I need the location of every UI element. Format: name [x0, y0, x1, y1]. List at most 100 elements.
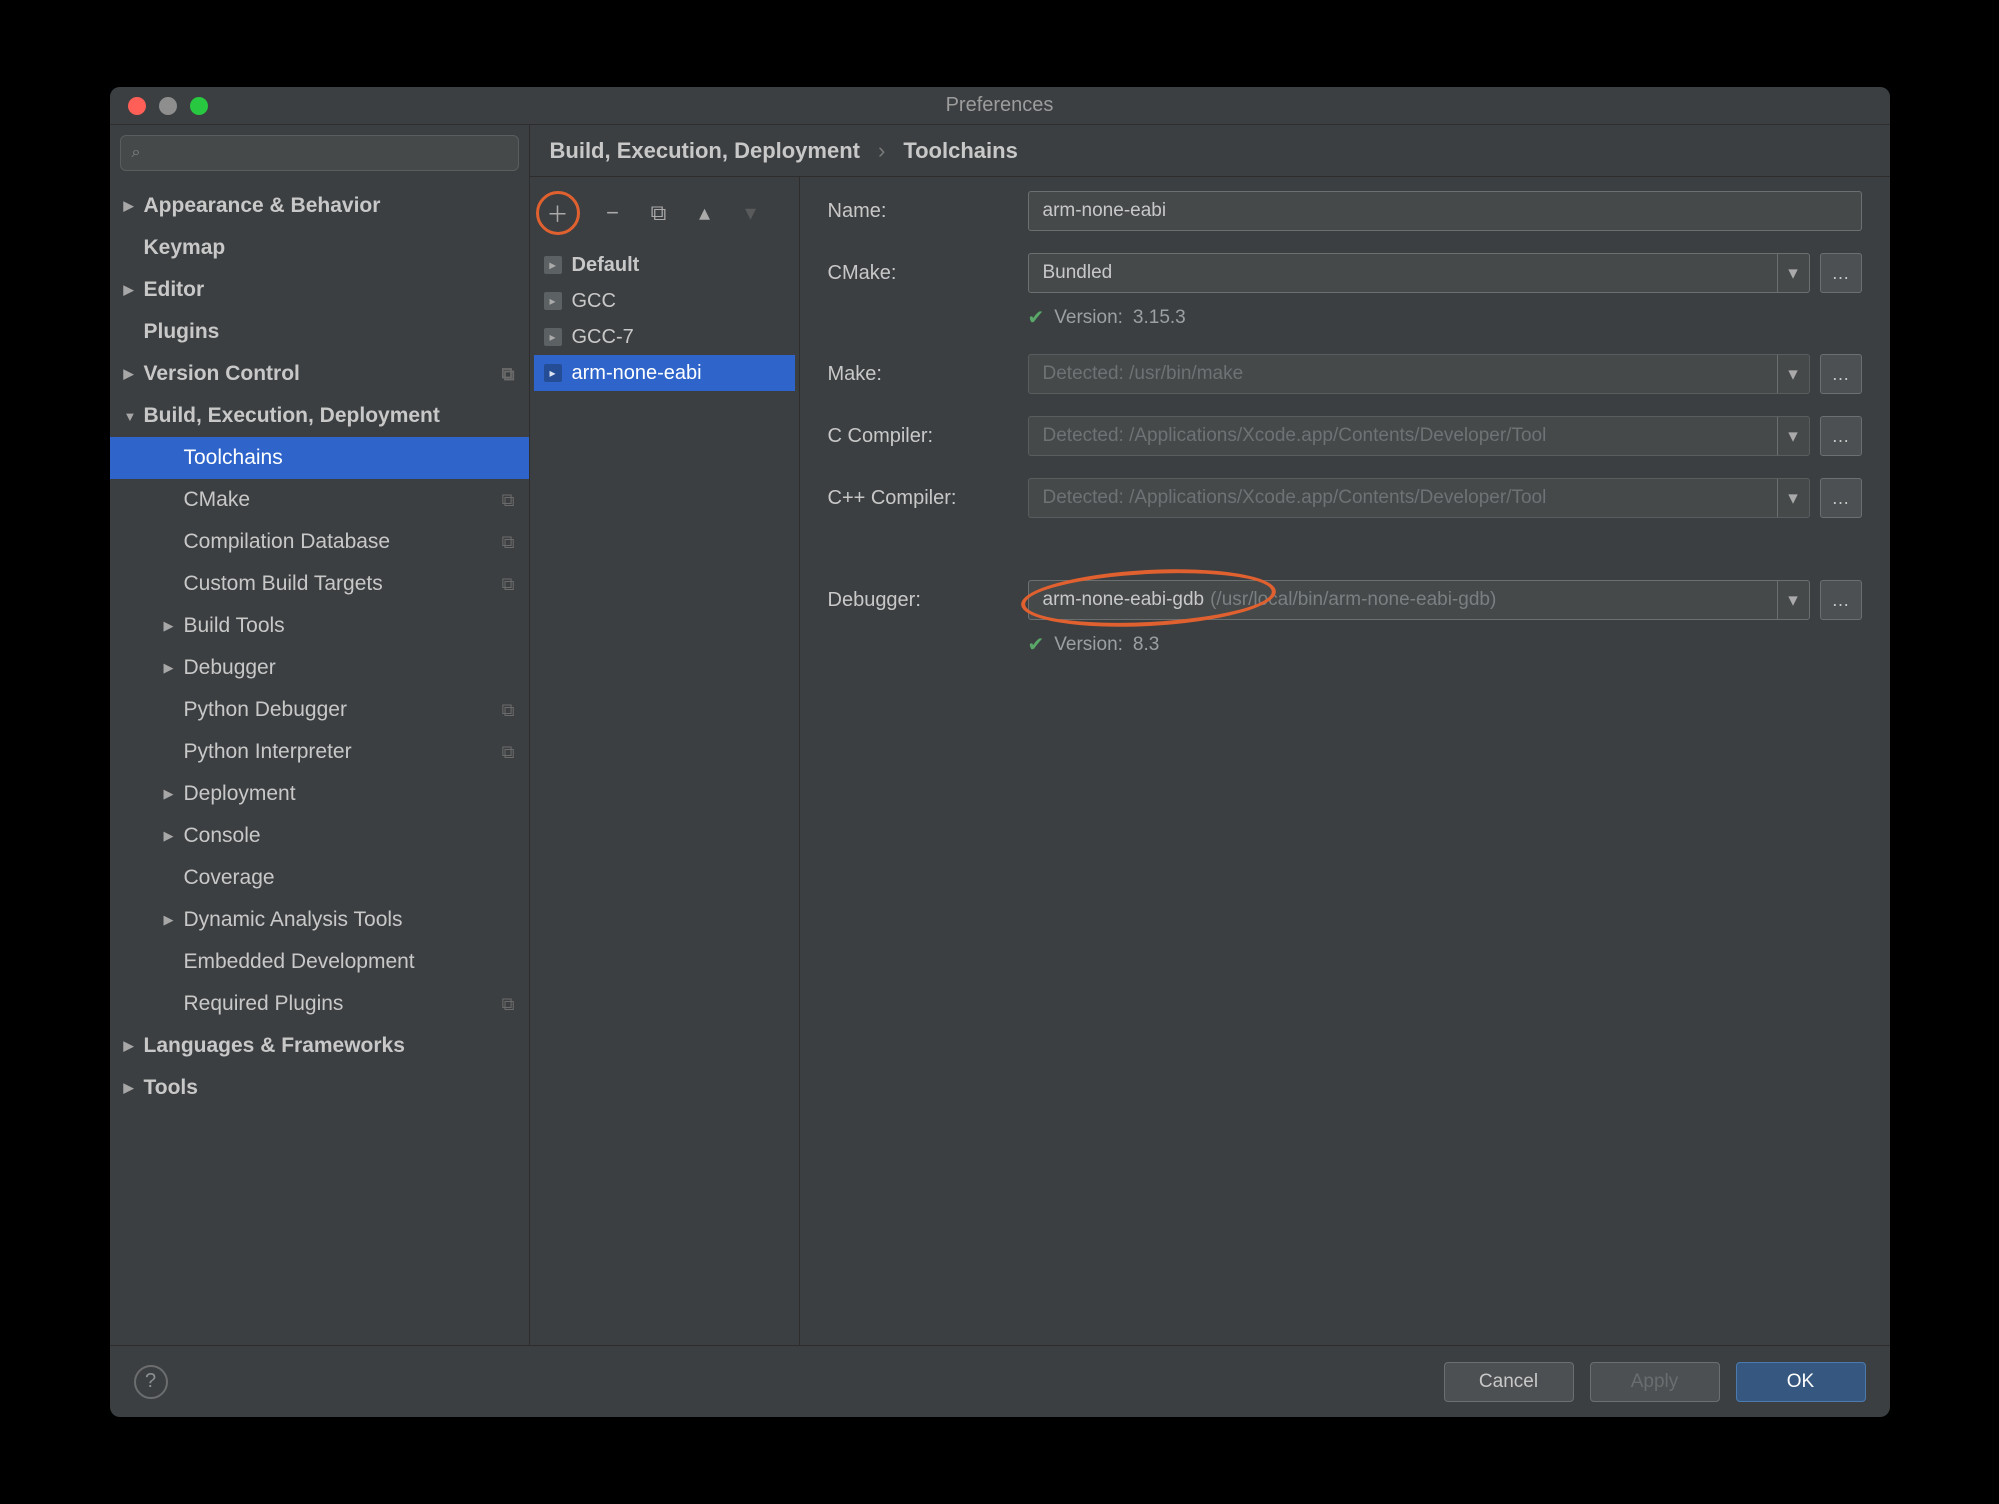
content: ⌕ ▶Appearance & Behavior▶Keymap▶Editor▶P…: [110, 125, 1890, 1345]
sidebar-item-label: Dynamic Analysis Tools: [184, 908, 403, 932]
toolchain-type-icon: ▸: [544, 364, 562, 382]
toolchain-item-gcc-7[interactable]: ▸GCC-7: [534, 319, 795, 355]
sidebar-item-python-debugger[interactable]: ▶Python Debugger⧉: [110, 689, 529, 731]
triangle-up-icon: ▴: [699, 200, 710, 226]
toolchain-item-arm-none-eabi[interactable]: ▸arm-none-eabi: [534, 355, 795, 391]
sidebar-item-build-tools[interactable]: ▶Build Tools: [110, 605, 529, 647]
sidebar-item-label: Version Control: [144, 362, 300, 386]
sidebar-item-label: Coverage: [184, 866, 275, 890]
toolchain-item-gcc[interactable]: ▸ GCC: [534, 283, 795, 319]
sidebar-item-label: Plugins: [144, 320, 220, 344]
toolchain-item-default[interactable]: ▸Default: [534, 247, 795, 283]
sidebar-item-languages-frameworks[interactable]: ▶Languages & Frameworks: [110, 1025, 529, 1067]
cpp-compiler-select[interactable]: Detected: /Applications/Xcode.app/Conten…: [1028, 478, 1810, 518]
remove-toolchain-button[interactable]: −: [600, 200, 626, 226]
sidebar-item-label: Compilation Database: [184, 530, 391, 554]
scope-badge-icon: ⧉: [502, 574, 515, 595]
move-up-button[interactable]: ▴: [692, 200, 718, 226]
sidebar-item-label: Console: [184, 824, 261, 848]
sidebar-item-appearance-behavior[interactable]: ▶Appearance & Behavior: [110, 185, 529, 227]
cmake-select[interactable]: Bundled ▾: [1028, 253, 1810, 293]
sidebar-item-keymap[interactable]: ▶Keymap: [110, 227, 529, 269]
sidebar-item-label: Python Interpreter: [184, 740, 352, 764]
apply-button[interactable]: Apply: [1590, 1362, 1720, 1402]
help-button[interactable]: ?: [134, 1365, 168, 1399]
toolchain-type-icon: ▸: [544, 328, 562, 346]
sidebar-item-tools[interactable]: ▶Tools: [110, 1067, 529, 1109]
breadcrumb-root: Build, Execution, Deployment: [550, 138, 860, 164]
chevron-down-icon: ▾: [1777, 479, 1809, 517]
settings-tree: ▶Appearance & Behavior▶Keymap▶Editor▶Plu…: [110, 179, 529, 1345]
make-browse-button[interactable]: …: [1820, 354, 1862, 394]
minimize-window-button[interactable]: [159, 97, 177, 115]
chevron-down-icon: ▾: [1777, 355, 1809, 393]
sidebar-item-custom-build-targets[interactable]: ▶Custom Build Targets⧉: [110, 563, 529, 605]
scope-badge-icon: ⧉: [502, 742, 515, 763]
chevron-down-icon: ▾: [1777, 417, 1809, 455]
search-input[interactable]: [120, 135, 519, 171]
tree-arrow-icon: ▶: [124, 366, 144, 382]
sidebar-item-label: Deployment: [184, 782, 296, 806]
tree-arrow-icon: ▶: [164, 618, 184, 634]
tree-arrow-icon: ▶: [164, 786, 184, 802]
toolchain-item-label: GCC: [572, 290, 616, 313]
close-window-button[interactable]: [128, 97, 146, 115]
sidebar-item-required-plugins[interactable]: ▶Required Plugins⧉: [110, 983, 529, 1025]
toolchains-list: ▸Default ▸ GCC ▸GCC-7▸arm-none-eabi: [534, 247, 795, 391]
make-select[interactable]: Detected: /usr/bin/make ▾: [1028, 354, 1810, 394]
tree-arrow-icon: ▶: [164, 912, 184, 928]
sidebar-item-embedded-development[interactable]: ▶Embedded Development: [110, 941, 529, 983]
sidebar-item-deployment[interactable]: ▶Deployment: [110, 773, 529, 815]
traffic-lights: [110, 97, 208, 115]
debugger-label: Debugger:: [828, 589, 1028, 612]
sidebar-item-cmake[interactable]: ▶CMake⧉: [110, 479, 529, 521]
debugger-select[interactable]: arm-none-eabi-gdb (/usr/local/bin/arm-no…: [1028, 580, 1810, 620]
main-body: ＋ − ⧉ ▴ ▾ ▸Default▸GCC▸GCC-7▸arm-none-ea…: [530, 177, 1890, 1345]
scope-badge-icon: ⧉: [502, 364, 515, 385]
sidebar-item-dynamic-analysis-tools[interactable]: ▶Dynamic Analysis Tools: [110, 899, 529, 941]
chevron-down-icon: ▾: [1777, 581, 1809, 619]
scope-badge-icon: ⧉: [502, 490, 515, 511]
breadcrumb: Build, Execution, Deployment › Toolchain…: [530, 125, 1890, 177]
sidebar-item-version-control[interactable]: ▶Version Control ⧉: [110, 353, 529, 395]
sidebar-item-build-execution-deployment[interactable]: ▼Build, Execution, Deployment: [110, 395, 529, 437]
sidebar-item-label: Toolchains: [184, 446, 283, 470]
sidebar-item-coverage[interactable]: ▶Coverage: [110, 857, 529, 899]
sidebar-item-console[interactable]: ▶Console: [110, 815, 529, 857]
sidebar-item-compilation-database[interactable]: ▶Compilation Database⧉: [110, 521, 529, 563]
sidebar-item-debugger[interactable]: ▶Debugger: [110, 647, 529, 689]
cpp-compiler-label: C++ Compiler:: [828, 487, 1028, 510]
titlebar: Preferences: [110, 87, 1890, 125]
name-label: Name:: [828, 200, 1028, 223]
copy-toolchain-button[interactable]: ⧉: [646, 200, 672, 226]
zoom-window-button[interactable]: [190, 97, 208, 115]
cpp-compiler-browse-button[interactable]: …: [1820, 478, 1862, 518]
add-toolchain-button[interactable]: ＋: [545, 200, 571, 226]
sidebar-item-editor[interactable]: ▶Editor: [110, 269, 529, 311]
check-icon: ✔: [1028, 632, 1045, 657]
sidebar-item-plugins[interactable]: ▶Plugins: [110, 311, 529, 353]
c-compiler-browse-button[interactable]: …: [1820, 416, 1862, 456]
cmake-version-row: ✔ Version: 3.15.3: [1028, 305, 1862, 330]
scope-badge-icon: ⧉: [502, 532, 515, 553]
toolchains-toolbar: ＋ − ⧉ ▴ ▾: [534, 185, 795, 247]
toolchain-type-icon: ▸: [544, 292, 562, 310]
search-wrap: ⌕: [110, 125, 529, 179]
breadcrumb-separator-icon: ›: [878, 138, 885, 164]
sidebar-item-label: Appearance & Behavior: [144, 194, 381, 218]
sidebar-item-label: Build Tools: [184, 614, 285, 638]
sidebar-item-label: Languages & Frameworks: [144, 1034, 405, 1058]
sidebar-item-label: Editor: [144, 278, 205, 302]
cmake-browse-button[interactable]: …: [1820, 253, 1862, 293]
name-field[interactable]: arm-none-eabi: [1028, 191, 1862, 231]
cancel-button[interactable]: Cancel: [1444, 1362, 1574, 1402]
move-down-button[interactable]: ▾: [738, 200, 764, 226]
debugger-browse-button[interactable]: …: [1820, 580, 1862, 620]
sidebar-item-python-interpreter[interactable]: ▶Python Interpreter⧉: [110, 731, 529, 773]
cmake-label: CMake:: [828, 262, 1028, 285]
breadcrumb-leaf: Toolchains: [903, 138, 1018, 164]
sidebar-item-toolchains[interactable]: ▶Toolchains: [110, 437, 529, 479]
c-compiler-select[interactable]: Detected: /Applications/Xcode.app/Conten…: [1028, 416, 1810, 456]
ok-button[interactable]: OK: [1736, 1362, 1866, 1402]
check-icon: ✔: [1028, 305, 1045, 330]
